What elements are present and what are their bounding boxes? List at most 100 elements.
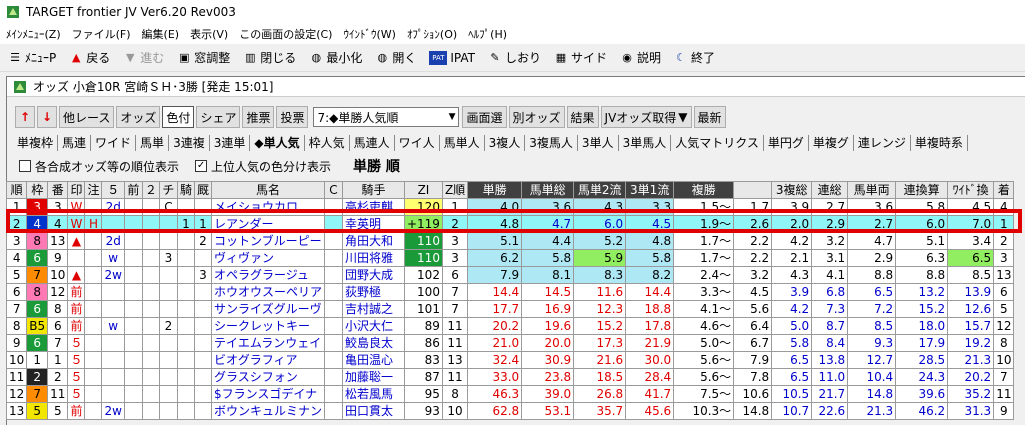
menu-p-button[interactable]: ☰ ﾒﾆｭｰP [8, 49, 56, 66]
tab-umaren-ninki[interactable]: 馬連人 [350, 135, 395, 151]
table-row[interactable]: 4 6 9 w 3 ヴィヴァン 川田将雅 110 3 6.2 5.8 5.9 5.8 1.7～ 2.2 2.1… [5, 249, 1015, 267]
col-header-wide-conv[interactable]: ﾜｲﾄﾞ換 [947, 181, 995, 199]
back-button[interactable]: ▲ 戻る [69, 49, 110, 66]
latest-button[interactable]: 最新 [693, 106, 726, 128]
bookmark-button[interactable]: ✎ しおり [488, 49, 541, 66]
cell-horse-name[interactable]: メイショウカロ [210, 198, 325, 216]
col-header-umaban[interactable]: 番 [47, 181, 69, 199]
cell-horse-name[interactable]: グラスシフォン [210, 368, 325, 386]
menu-main[interactable]: ﾒｲﾝﾒﾆｭｰ(Z) [6, 26, 61, 42]
col-header-place-hi[interactable] [733, 181, 773, 199]
col-header-horse-name[interactable]: 馬名 [210, 181, 325, 199]
color-rank-checkbox[interactable]: ✓ 上位人気の色分け表示 [195, 158, 331, 175]
tab-tan-ninki[interactable]: ◆単人気 [250, 135, 305, 151]
col-header-note[interactable]: 注 [84, 181, 103, 199]
tab-tan-circle-graph[interactable]: 単円グ [764, 135, 809, 151]
tab-umatan[interactable]: 馬単 [136, 135, 170, 151]
menu-edit[interactable]: 編集(E) [142, 26, 180, 42]
col-header-jockey[interactable]: 騎手 [341, 181, 405, 199]
col-header-ren-total[interactable]: 連総 [811, 181, 849, 199]
side-button[interactable]: ▦ サイド [554, 49, 607, 66]
table-row[interactable]: 11 2 2 ５ グラスシフォン 加藤聡一 87 11 33.0 23.8 18.5 28.4 5.6～… [5, 368, 1015, 386]
menu-file[interactable]: ファイル(F) [72, 26, 131, 42]
sort-select[interactable]: 7:◆単勝人気順 ▼ [313, 107, 460, 127]
cell-horse-name[interactable]: コットンブルーピー [210, 232, 325, 250]
cell-horse-name[interactable]: ホウオウスーペリア [210, 283, 325, 301]
tab-3rentan[interactable]: 3連単 [210, 135, 251, 151]
forward-button[interactable]: ▼ 進む [123, 49, 164, 66]
recommend-button[interactable]: 推票 [242, 106, 275, 128]
tab-tanfuku-graph[interactable]: 単複グ [809, 135, 854, 151]
col-header-waku[interactable]: 枠 [26, 181, 49, 199]
col-header-prev[interactable]: 前 [123, 181, 143, 199]
menu-window[interactable]: ｳｲﾝﾄﾞｳ(W) [343, 26, 395, 42]
table-row[interactable]: 7 6 8 前サンライズグルーヴ 吉村誠之 101 7 17.7 16.9 12.3 18.8 4.1… [5, 300, 1015, 318]
screen-select-button[interactable]: 画面選 [462, 106, 507, 128]
color-button[interactable]: 色付 [162, 106, 195, 128]
cell-horse-name[interactable]: オペラグラージュ [210, 266, 325, 284]
tab-ren-range[interactable]: 連レンジ [854, 135, 911, 151]
col-header-umatan-2[interactable]: 馬単2流 [573, 181, 627, 199]
col-header-mark[interactable]: 印 [67, 181, 86, 199]
other-race-button[interactable]: 他レース [59, 106, 115, 128]
table-row[interactable]: 6 8 12 前ホウオウスーペリア 荻野極 100 7 14.4 14.5 11.6 14.4 3.3… [5, 283, 1015, 301]
tab-tanfuku-waku[interactable]: 単複枠 [13, 135, 59, 151]
col-header-stable[interactable]: 厩 [193, 181, 212, 199]
up-button[interactable]: ↑ [15, 106, 35, 128]
result-button[interactable]: 結果 [566, 106, 599, 128]
table-row[interactable]: 3 8 13 ▲ 2d 2 コットンブルーピー 角田大和 110 3 5.1 4.4 5.2 4.8 1.7… [5, 232, 1015, 250]
rank-display-checkbox[interactable]: 各合成オッズ等の順位表示 [19, 158, 179, 175]
cell-horse-name[interactable]: シークレットキー [210, 317, 325, 335]
down-button[interactable]: ↓ [37, 106, 57, 128]
table-row[interactable]: 13 5 5 前 2w ボウンキュルミナン 田口貫太 93 10 62.8 53.1 35.7 45.6… [5, 402, 1015, 420]
jv-odds-button[interactable]: JVオッズ取得 ▼ [600, 106, 692, 128]
col-header-kisyu-mark[interactable]: 騎 [176, 181, 195, 199]
tab-wide[interactable]: ワイド [91, 135, 137, 151]
col-header-z-rank[interactable]: Z順 [441, 181, 469, 199]
tab-ninki-matrix[interactable]: 人気マトリクス [671, 135, 764, 151]
tab-waku-ninki[interactable]: 枠人気 [305, 135, 350, 151]
cell-horse-name[interactable]: ヴィヴァン [210, 249, 325, 267]
open-button[interactable]: ◍ 開く [375, 49, 417, 66]
table-row[interactable]: 8 B5 6 前 w 2 シークレットキー 小沢大仁 89 11 20.2 19.6 15.2 17.8 4… [5, 317, 1015, 335]
col-header-sanrentan-1[interactable]: 3単1流 [625, 181, 675, 199]
menu-screen-settings[interactable]: この画面の設定(C) [239, 26, 332, 42]
col-header-win[interactable]: 単勝 [467, 181, 523, 199]
table-row[interactable]: 1 3 3 W 2d C メイショウカロ 高杉吏麒 120 1 4.0 3.6 4.3 3.3 1.5～ 1.… [5, 198, 1015, 216]
odds-button[interactable]: オッズ [116, 106, 161, 128]
tab-3fuku-ninki[interactable]: 3複人 [485, 135, 526, 151]
col-header-finish[interactable]: 着 [993, 181, 1015, 199]
cell-horse-name[interactable]: ボウンキュルミナン [210, 402, 325, 420]
tab-wide-ninki[interactable]: ワイ人 [395, 135, 440, 151]
table-row[interactable]: 5 7 10 ▲ 2w 3 オペラグラージュ 団野大成 102 6 7.9 8.1 8.3 8.2 2.4～… [5, 266, 1015, 284]
exit-button[interactable]: ☾ 終了 [674, 49, 715, 66]
other-odds-button[interactable]: 別オッズ [508, 106, 565, 128]
cell-horse-name[interactable]: サンライズグルーヴ [210, 300, 325, 318]
col-header-place-lo[interactable]: 複勝 [673, 181, 735, 199]
col-header-ren-conv[interactable]: 連換算 [895, 181, 949, 199]
col-header-rank[interactable]: 順 [5, 181, 28, 199]
vote-button[interactable]: 投票 [276, 106, 309, 128]
table-row[interactable]: 10 1 1 ５ ビオグラフィア 亀田温心 83 13 32.4 30.9 21.6 30.0 5.6～… [5, 351, 1015, 369]
tab-tanfuku-timeseries[interactable]: 単複時系 [911, 135, 968, 151]
share-button[interactable]: シェア [196, 106, 241, 128]
cell-horse-name[interactable]: テイエムランウェイ [210, 334, 325, 352]
explain-button[interactable]: ◉ 説明 [620, 49, 661, 66]
tab-umaren[interactable]: 馬連 [58, 135, 92, 151]
cell-horse-name[interactable]: レアンダー [210, 215, 325, 233]
col-header-chi[interactable]: チ [158, 181, 178, 199]
col-header-sanfuku-total[interactable]: 3複総 [771, 181, 813, 199]
col-header-c[interactable]: Ｃ [323, 181, 343, 199]
col-header-umatan-both[interactable]: 馬単両 [847, 181, 897, 199]
menu-view[interactable]: 表示(V) [190, 26, 228, 42]
table-row[interactable]: 2 4 4 W H 1 1 レアンダー 幸英明 +119 2 4.8 4.7 6.0 4.5 1.9～ 2.6 2… [5, 215, 1015, 233]
cell-horse-name[interactable]: $フランスゴデイナ [210, 385, 325, 403]
close-button[interactable]: ▥ 閉じる [243, 49, 296, 66]
minimize-button[interactable]: ◍ 最小化 [309, 49, 363, 66]
tab-3tan-uma-ninki[interactable]: 3単馬人 [619, 135, 672, 151]
tab-3fuku-uma-ninki[interactable]: 3複馬人 [525, 135, 578, 151]
menu-help[interactable]: ﾍﾙﾌﾟ(H) [468, 26, 507, 42]
col-header-two[interactable]: ２ [141, 181, 160, 199]
tab-3renpuku[interactable]: 3連複 [169, 135, 210, 151]
ipat-button[interactable]: PAT IPAT [429, 50, 475, 65]
